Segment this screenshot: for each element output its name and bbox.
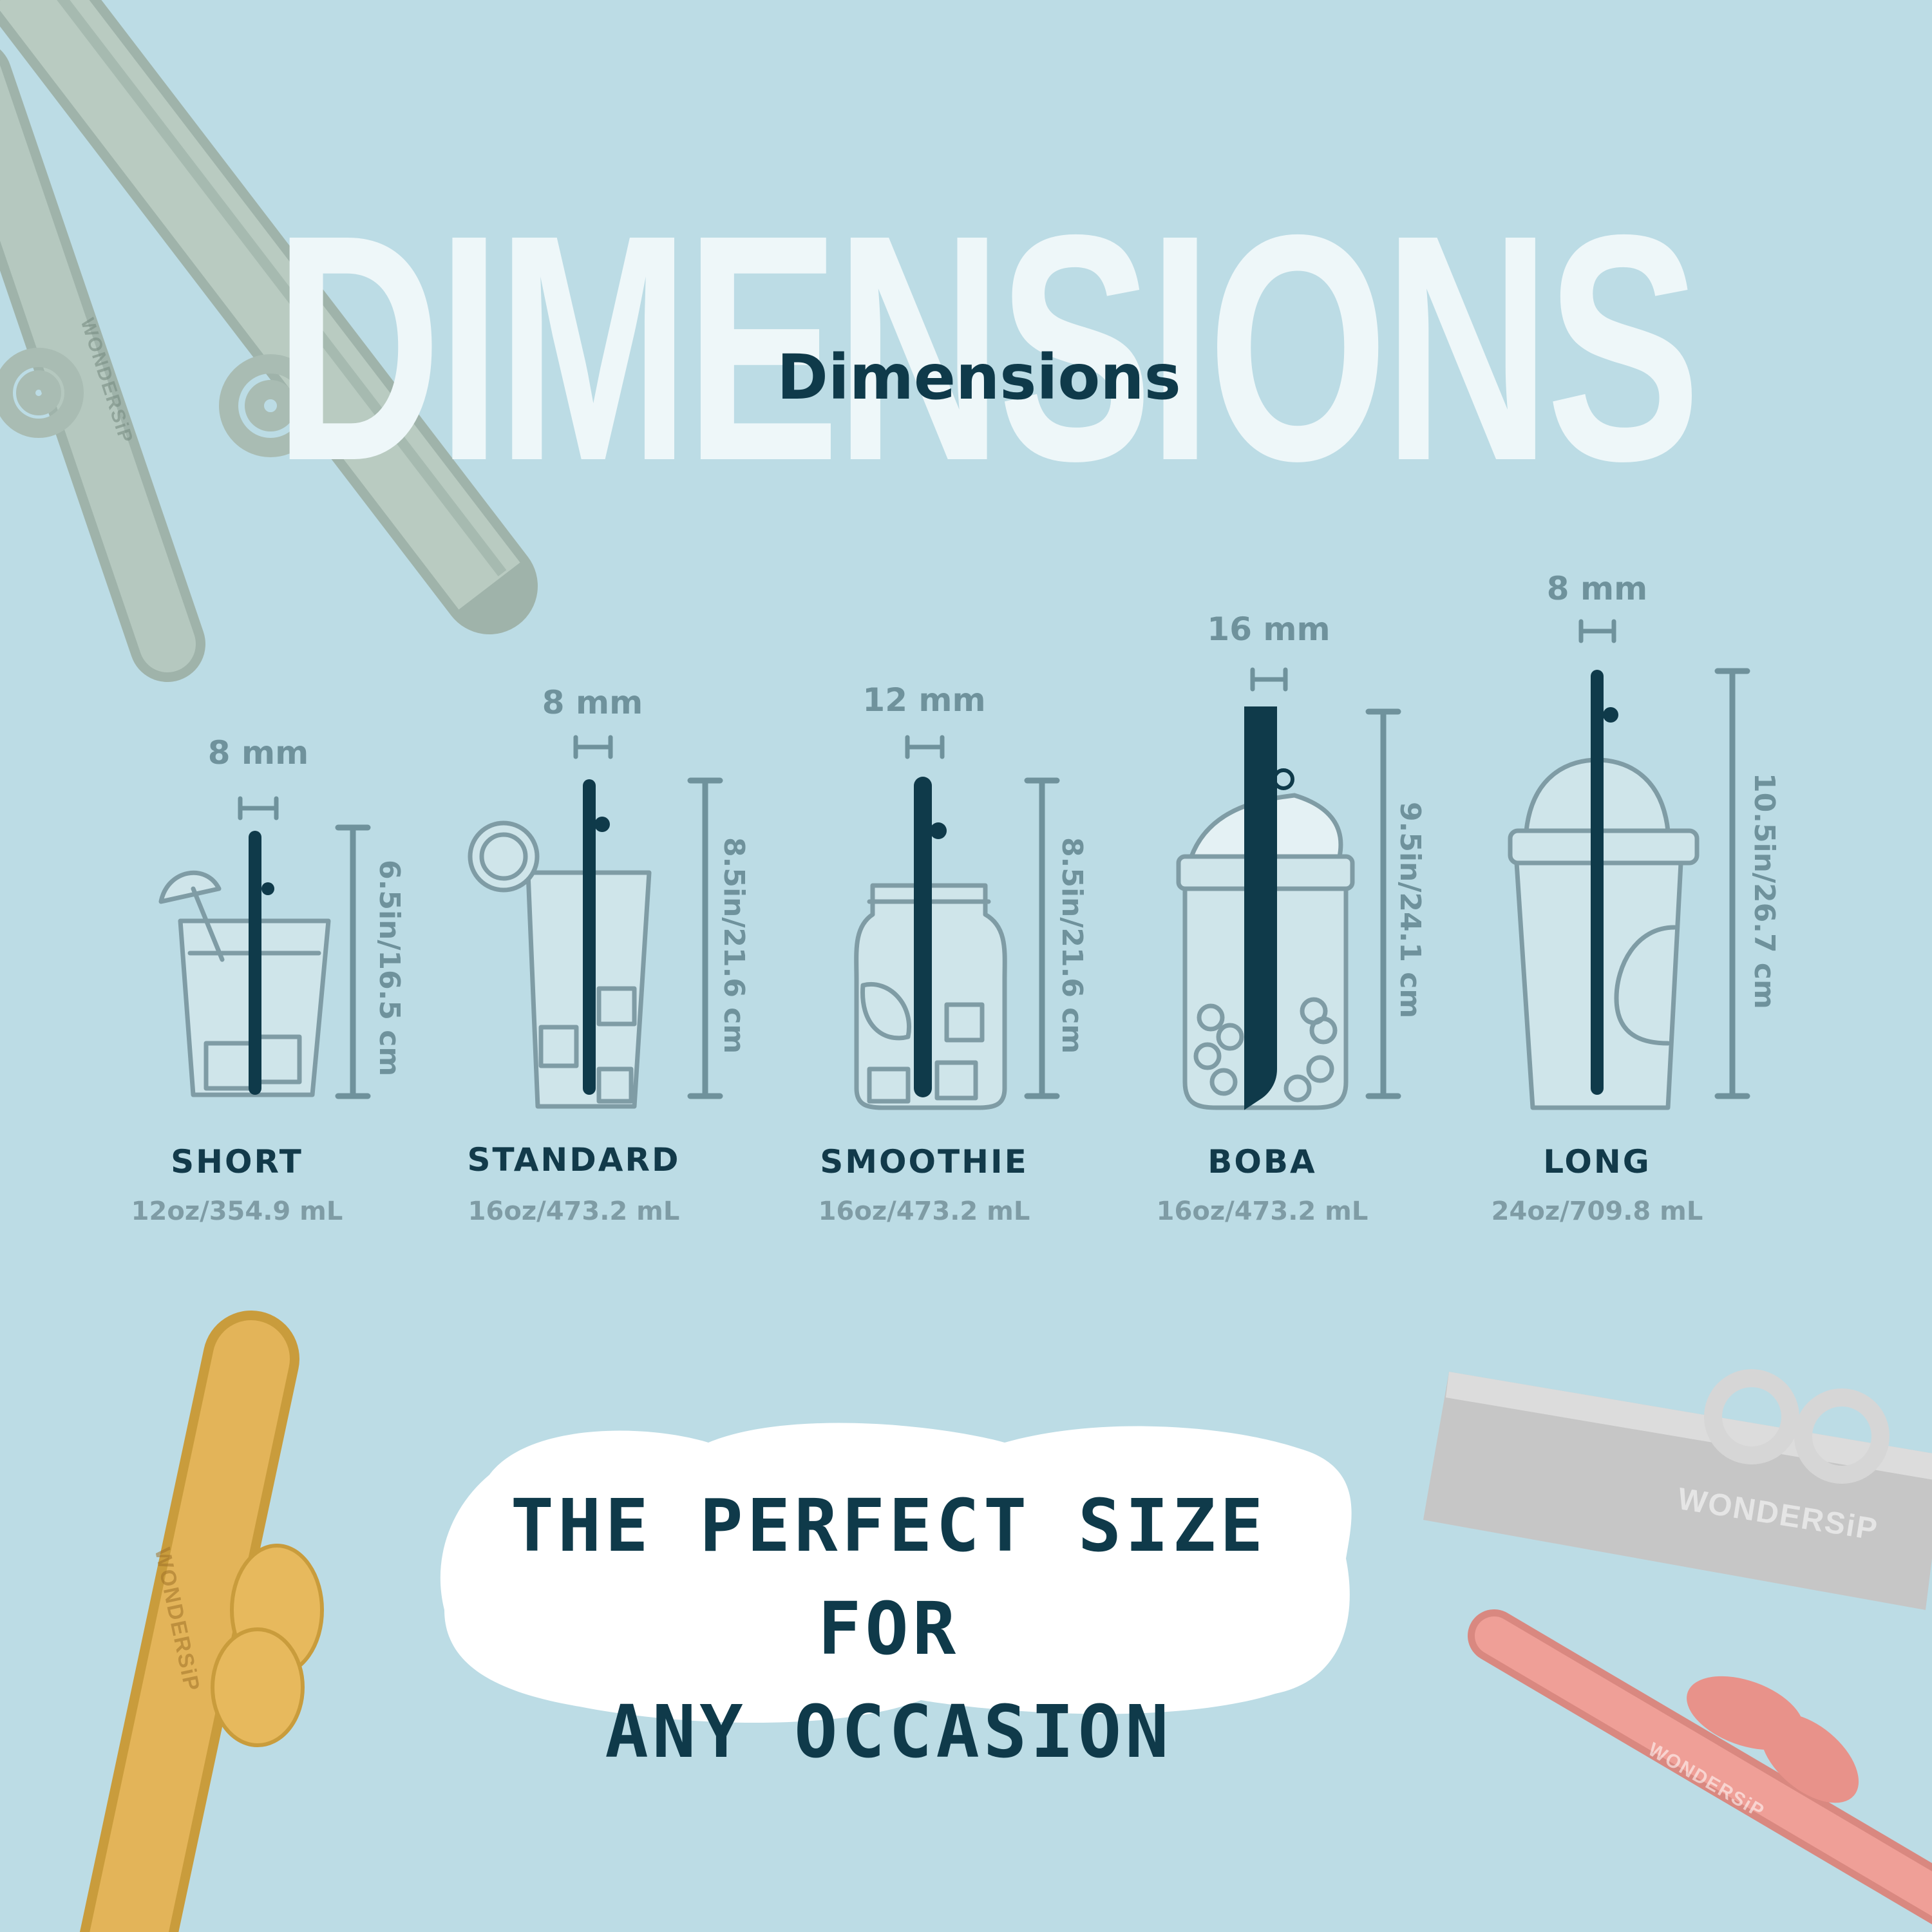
boba-name: BOBA <box>1208 1143 1317 1180</box>
boba-straw <box>1244 706 1277 1110</box>
smoothie-length-label: 8.5in/21.6 cm <box>1056 837 1088 1054</box>
short-volume: 12oz/354.9 mL <box>131 1197 343 1226</box>
standard-diameter-bracket <box>573 735 613 759</box>
long-length-bar <box>1714 668 1750 1099</box>
smoothie-diameter-label: 12 mm <box>862 681 986 719</box>
tagline-line-2: ANY OCCASION <box>605 1690 1173 1774</box>
long-diameter-bracket <box>1578 619 1616 643</box>
smoothie-name: SMOOTHIE <box>820 1143 1028 1180</box>
smoothie-volume: 16oz/473.2 mL <box>818 1197 1030 1226</box>
boba-length-label: 9.5in/24.1 cm <box>1394 802 1426 1019</box>
boba-volume: 16oz/473.2 mL <box>1156 1197 1368 1226</box>
short-glass-icon <box>158 870 331 1097</box>
smoothie-diameter-bracket <box>905 735 945 759</box>
smoothie-length-bar <box>1024 777 1060 1099</box>
short-name: SHORT <box>171 1143 303 1180</box>
tagline: THE PERFECT SIZE FOR ANY OCCASION <box>438 1475 1340 1784</box>
standard-diameter-label: 8 mm <box>542 684 643 721</box>
short-length-bar <box>335 824 371 1099</box>
short-diameter-label: 8 mm <box>207 734 309 772</box>
standard-name: STANDARD <box>467 1141 681 1179</box>
tagline-line-1: THE PERFECT SIZE FOR <box>510 1484 1267 1671</box>
standard-length-bar <box>687 777 723 1099</box>
boba-diameter-bracket <box>1250 667 1288 692</box>
long-volume: 24oz/709.8 mL <box>1491 1197 1703 1226</box>
short-diameter-bracket <box>238 796 279 820</box>
long-length-label: 10.5in/26.7 cm <box>1748 773 1781 1009</box>
short-length-label: 6.5in/16.5 cm <box>373 860 406 1077</box>
boba-diameter-label: 16 mm <box>1207 611 1331 648</box>
long-name: LONG <box>1543 1143 1651 1180</box>
standard-glass-icon <box>468 820 652 1109</box>
long-diameter-label: 8 mm <box>1546 570 1648 607</box>
standard-length-label: 8.5in/21.6 cm <box>717 837 750 1054</box>
standard-volume: 16oz/473.2 mL <box>468 1197 680 1226</box>
